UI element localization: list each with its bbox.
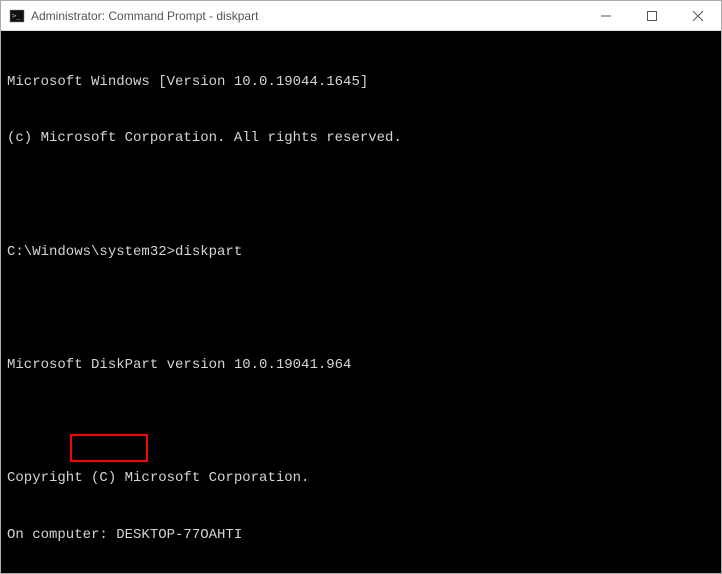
terminal-line: Microsoft DiskPart version 10.0.19041.96… bbox=[7, 356, 715, 375]
terminal-line: Copyright (C) Microsoft Corporation. bbox=[7, 469, 715, 488]
svg-text:>_: >_ bbox=[12, 12, 21, 20]
terminal-line: (c) Microsoft Corporation. All rights re… bbox=[7, 129, 715, 148]
annotation-highlight bbox=[70, 434, 148, 462]
app-icon: >_ bbox=[9, 8, 25, 24]
terminal-line: C:\Windows\system32>diskpart bbox=[7, 243, 715, 262]
terminal-line: Microsoft Windows [Version 10.0.19044.16… bbox=[7, 73, 715, 92]
maximize-button[interactable] bbox=[629, 1, 675, 30]
titlebar[interactable]: >_ Administrator: Command Prompt - diskp… bbox=[1, 1, 721, 31]
minimize-button[interactable] bbox=[583, 1, 629, 30]
terminal-line bbox=[7, 186, 715, 205]
close-button[interactable] bbox=[675, 1, 721, 30]
terminal-line bbox=[7, 299, 715, 318]
command-prompt-window: >_ Administrator: Command Prompt - diskp… bbox=[0, 0, 722, 574]
window-controls bbox=[583, 1, 721, 30]
terminal-area[interactable]: Microsoft Windows [Version 10.0.19044.16… bbox=[1, 31, 721, 573]
terminal-line: On computer: DESKTOP-77OAHTI bbox=[7, 526, 715, 545]
window-title: Administrator: Command Prompt - diskpart bbox=[31, 9, 583, 23]
terminal-line bbox=[7, 413, 715, 432]
